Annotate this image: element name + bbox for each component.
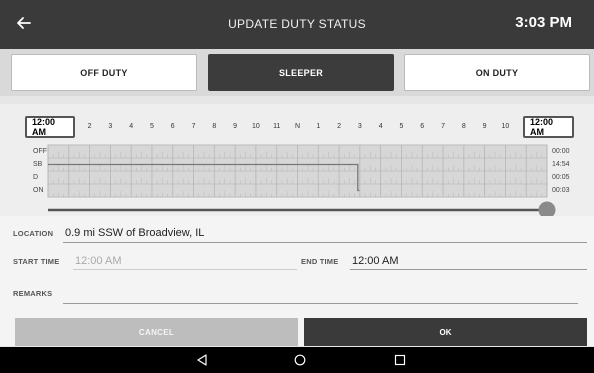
hour-label: 5 — [150, 123, 154, 130]
start-time-field[interactable]: 12:00 AM — [75, 255, 121, 267]
ok-button[interactable]: OK — [304, 318, 587, 346]
end-time-underline — [350, 269, 587, 270]
hour-label: 6 — [170, 123, 175, 130]
hour-label: 5 — [399, 123, 404, 130]
hour-label: 7 — [191, 123, 196, 130]
timeline-end-label: 12:00 AM — [523, 116, 574, 138]
system-nav-bar — [0, 347, 594, 373]
nav-back-icon[interactable] — [196, 354, 208, 366]
hour-label: 3 — [108, 123, 113, 130]
on-duty-button[interactable]: ON DUTY — [404, 54, 590, 91]
hour-label: 2 — [87, 123, 92, 130]
start-time-underline — [73, 269, 297, 270]
end-time-label: END TIME — [301, 257, 339, 266]
cancel-button[interactable]: CANCEL — [15, 318, 298, 346]
hour-label: 2 — [337, 123, 342, 130]
hour-label: 9 — [482, 123, 487, 130]
current-time: 3:03 PM — [515, 14, 572, 31]
end-time-field[interactable]: 12:00 AM — [352, 255, 398, 267]
hour-label: 10 — [252, 123, 260, 130]
hour-label: N — [294, 123, 301, 130]
start-time-label: START TIME — [13, 257, 60, 266]
hour-label: 4 — [378, 123, 383, 130]
location-label: LOCATION — [13, 229, 54, 238]
timeline-slider-handle[interactable] — [538, 201, 556, 217]
header-bar: UPDATE DUTY STATUS 3:03 PM — [0, 0, 594, 49]
duty-timeline: 12:00 AM 12:00 AM 2 3 4 5 6 7 8 9 10 11 N 1 2 3 4 5 6 7 8 9… — [0, 104, 594, 216]
timeline-start-label: 12:00 AM — [25, 116, 75, 138]
hour-label: 3 — [357, 123, 362, 130]
hour-label: 8 — [461, 123, 466, 130]
hour-label: 6 — [420, 123, 425, 130]
hour-labels: 2 3 4 5 6 7 8 9 10 11 N 1 2 3 4 5 6 7 8 9 10 — [86, 123, 516, 133]
off-duty-button[interactable]: OFF DUTY — [11, 54, 197, 91]
hour-label: 1 — [316, 123, 321, 130]
hour-label: 4 — [129, 123, 134, 130]
duty-grid — [47, 144, 556, 217]
hour-label: 9 — [233, 123, 238, 130]
location-underline — [63, 242, 587, 243]
nav-home-icon[interactable] — [294, 354, 306, 366]
duty-status-selector: OFF DUTY SLEEPER ON DUTY — [0, 49, 594, 96]
hour-label: 7 — [441, 123, 445, 130]
location-field[interactable]: 0.9 mi SSW of Broadview, IL — [65, 227, 204, 239]
remarks-label: REMARKS — [13, 289, 53, 298]
hour-label: 11 — [273, 123, 281, 130]
hour-label: 10 — [501, 123, 510, 130]
sleeper-button[interactable]: SLEEPER — [208, 54, 394, 91]
app: UPDATE DUTY STATUS 3:03 PM OFF DUTY SLEE… — [0, 0, 594, 373]
nav-recents-icon[interactable] — [394, 354, 406, 366]
page-title: UPDATE DUTY STATUS — [228, 17, 366, 31]
hour-label: 8 — [212, 123, 217, 130]
remarks-underline — [63, 303, 578, 304]
